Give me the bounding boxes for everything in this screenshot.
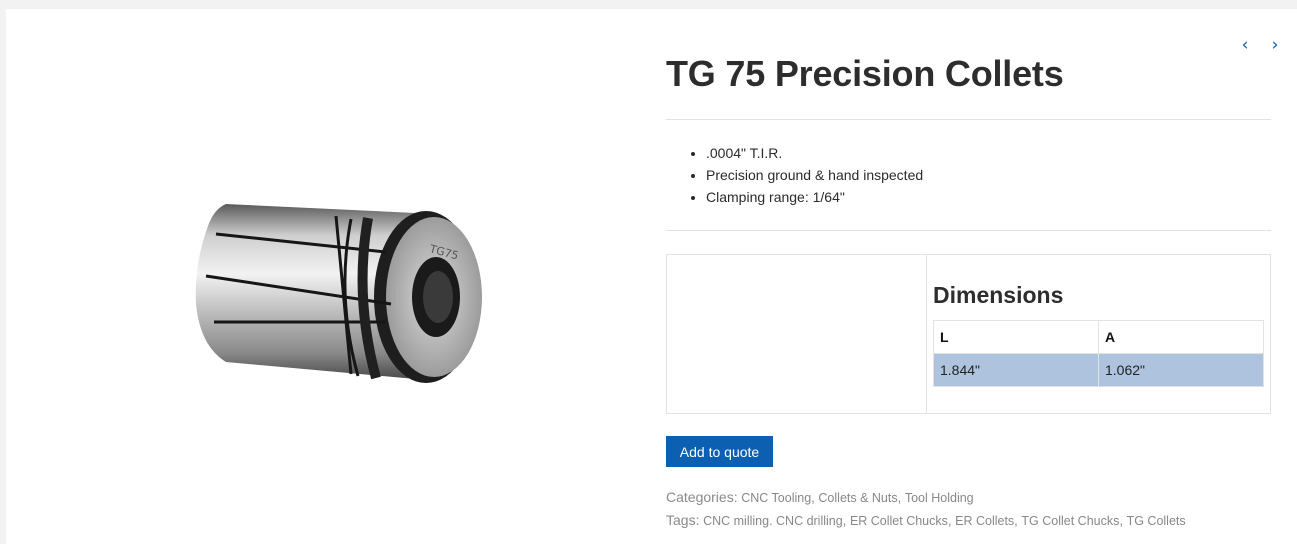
chevron-left-icon[interactable]: ‹ [1237, 35, 1253, 55]
feature-list: .0004" T.I.R. Precision ground & hand in… [706, 142, 923, 208]
tags-label: Tags: [666, 512, 700, 528]
list-item: Clamping range: 1/64" [706, 186, 923, 208]
list-item: .0004" T.I.R. [706, 142, 923, 164]
table-header-row: L A [933, 320, 1264, 354]
collet-image: TG75 [195, 204, 482, 383]
list-item: Precision ground & hand inspected [706, 164, 923, 186]
tag-link[interactable]: CNC milling. CNC drilling [703, 514, 843, 528]
specifications-box: Dimensions L A 1.844" 1.062" [666, 254, 1271, 414]
product-categories: Categories: CNC Tooling, Collets & Nuts,… [666, 489, 974, 505]
table-row: 1.844" 1.062" [933, 353, 1264, 387]
category-link[interactable]: Collets & Nuts [818, 491, 897, 505]
dimensions-heading: Dimensions [933, 282, 1064, 308]
divider [666, 230, 1271, 231]
category-link[interactable]: Tool Holding [905, 491, 974, 505]
tag-link[interactable]: TG Collets [1127, 514, 1186, 528]
chevron-right-icon[interactable]: › [1267, 35, 1283, 55]
tag-link[interactable]: ER Collets [955, 514, 1014, 528]
cell-a-value: 1.062" [1098, 353, 1264, 387]
product-pager: ‹ › [1237, 35, 1283, 55]
product-title: TG 75 Precision Collets [666, 53, 1064, 94]
cell-l-value: 1.844" [933, 353, 1099, 387]
column-header-l: L [933, 320, 1099, 354]
tag-link[interactable]: TG Collet Chucks [1021, 514, 1119, 528]
column-header-a: A [1098, 320, 1264, 354]
product-card: TG75 ‹ › TG 75 Precision Collets .0004" … [6, 9, 1297, 544]
dimensions-table: L A 1.844" 1.062" [933, 320, 1264, 387]
tag-link[interactable]: ER Collet Chucks [850, 514, 948, 528]
spec-empty-cell [667, 255, 927, 413]
divider [666, 119, 1271, 120]
product-tags: Tags: CNC milling. CNC drilling, ER Coll… [666, 512, 1186, 528]
categories-label: Categories: [666, 489, 738, 505]
category-link[interactable]: CNC Tooling [741, 491, 811, 505]
add-to-quote-button[interactable]: Add to quote [666, 436, 773, 467]
